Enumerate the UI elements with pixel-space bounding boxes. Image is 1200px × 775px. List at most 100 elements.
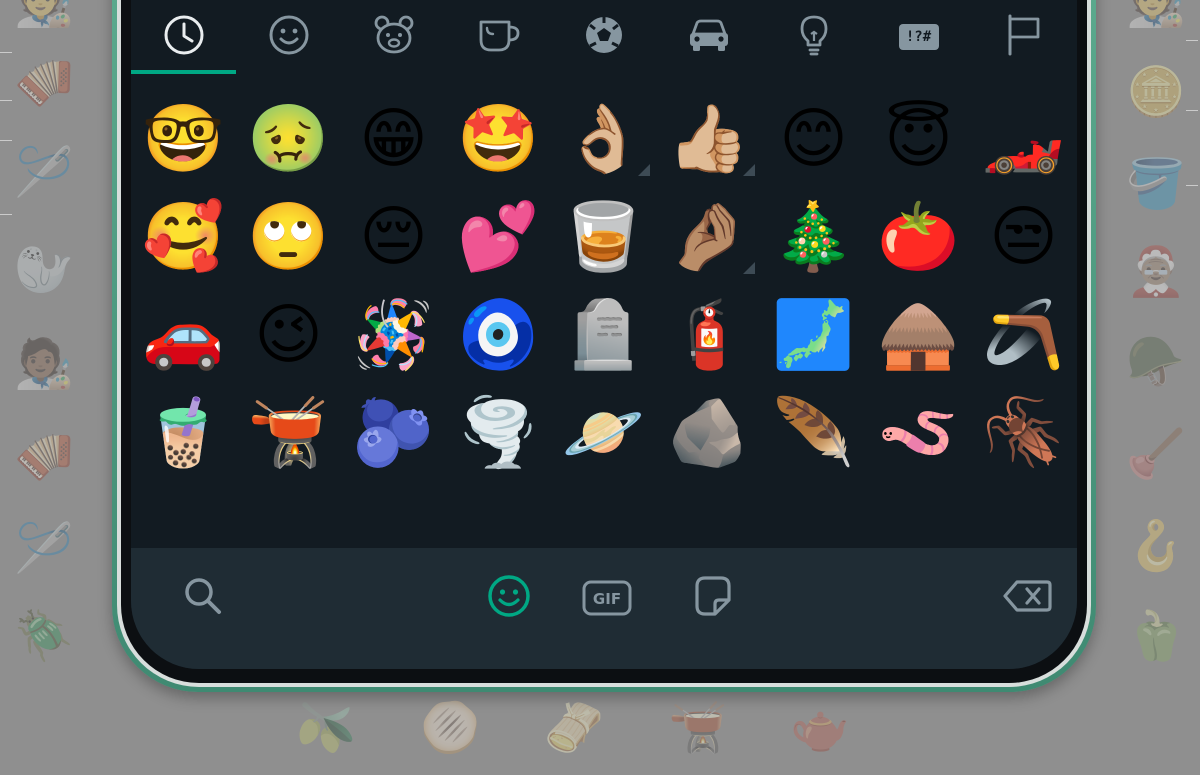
emoji-cell[interactable]: 🪶 — [761, 384, 866, 482]
emoji-glyph: 🪨 — [667, 394, 750, 471]
emoji-glyph: 🎄 — [772, 198, 855, 275]
background-emoji: 🫒 — [296, 700, 356, 756]
emoji-cell[interactable]: 🧯 — [656, 286, 761, 384]
lightbulb-icon — [791, 12, 837, 62]
emoji-cell[interactable]: 🌪️ — [446, 384, 551, 482]
emoji-glyph: 🪳 — [982, 394, 1065, 471]
emoji-glyph: 🙄 — [247, 198, 330, 275]
tab-activities[interactable] — [551, 0, 656, 74]
emoji-cell[interactable]: 🧿 — [446, 286, 551, 384]
background-emoji: 🫕 — [668, 700, 728, 756]
emoji-cell[interactable]: 🤩 — [446, 90, 551, 188]
background-emoji: 🪡 — [14, 520, 74, 576]
phone-bezel-inner: !?# 🤓 🤢 😁 🤩 👌🏼 👍🏼 😊 😇 🏎️ 🥰 🙄 😔 💕 🥃 🤌🏽 🎄 🍅 😒 🚗 😉 🪅 🧿 🪦 🧯 🗾 🛖 🪃 🧋 🫕 🫐 🌪️… — [121, 0, 1087, 683]
emoji-cell[interactable]: 🛖 — [866, 286, 971, 384]
emoji-cell[interactable]: 👌🏼 — [551, 90, 656, 188]
emoji-cell[interactable]: 🤌🏽 — [656, 188, 761, 286]
emoji-glyph: 💕 — [457, 198, 540, 275]
flag-icon — [1001, 12, 1047, 62]
emoji-cell[interactable]: 🤓 — [131, 90, 236, 188]
emoji-cell[interactable]: 🪅 — [341, 286, 446, 384]
emoji-cell[interactable]: 😉 — [236, 286, 341, 384]
emoji-cell[interactable]: 😔 — [341, 188, 446, 286]
emoji-glyph: 🧿 — [457, 296, 540, 373]
emoji-cell[interactable]: 🪳 — [971, 384, 1076, 482]
emoji-cell[interactable]: 🧋 — [131, 384, 236, 482]
search-button[interactable] — [175, 570, 231, 626]
emoji-cell[interactable]: 🪃 — [971, 286, 1076, 384]
backspace-button[interactable] — [999, 570, 1055, 626]
emoji-cell[interactable]: 🪦 — [551, 286, 656, 384]
smiley-icon — [266, 12, 312, 62]
emoji-cell[interactable]: 🫐 — [341, 384, 446, 482]
tab-smileys[interactable] — [236, 0, 341, 74]
background-emoji: 🫖 — [790, 700, 850, 756]
backspace-icon — [1001, 570, 1053, 626]
skin-tone-variant-indicator — [743, 262, 755, 274]
emoji-glyph: 🫐 — [352, 394, 435, 471]
tab-symbols[interactable]: !?# — [866, 0, 971, 74]
emoji-glyph: 👍🏼 — [667, 100, 750, 177]
gif-button[interactable]: GIF — [579, 570, 635, 626]
background-emoji: 🦭 — [14, 242, 74, 298]
emoji-cell[interactable]: 🥰 — [131, 188, 236, 286]
emoji-glyph: 🧋 — [142, 394, 225, 471]
sticker-icon — [687, 570, 739, 626]
emoji-glyph: 🤌🏽 — [667, 198, 750, 275]
emoji-cell[interactable]: 🍅 — [866, 188, 971, 286]
emoji-cell[interactable]: 👍🏼 — [656, 90, 761, 188]
keyboard-bottom-toolbar: GIF — [131, 548, 1077, 669]
background-emoji: 🧑‍🎨 — [1126, 0, 1186, 30]
background-emoji: 🪲 — [14, 608, 74, 664]
background-tick-mark — [1186, 40, 1198, 41]
smiley-icon — [483, 570, 535, 626]
emoji-cell[interactable]: 🎄 — [761, 188, 866, 286]
emoji-cell[interactable]: 💕 — [446, 188, 551, 286]
emoji-mode-button[interactable] — [481, 570, 537, 626]
emoji-cell[interactable]: 😒 — [971, 188, 1076, 286]
tab-objects[interactable] — [761, 0, 866, 74]
emoji-cell[interactable]: 🥃 — [551, 188, 656, 286]
tab-food[interactable] — [446, 0, 551, 74]
emoji-glyph: 😇 — [884, 100, 953, 177]
background-emoji: 🧑🏾‍🎨 — [14, 336, 74, 392]
emoji-glyph: 😊 — [779, 100, 848, 177]
gif-icon: GIF — [582, 580, 632, 616]
background-emoji: 🪡 — [14, 144, 74, 200]
emoji-glyph: 🪦 — [562, 296, 645, 373]
emoji-glyph: 😁 — [359, 100, 428, 177]
tab-animals[interactable] — [341, 0, 446, 74]
emoji-cell[interactable]: 😇 — [866, 90, 971, 188]
emoji-cell[interactable]: 🪱 — [866, 384, 971, 482]
emoji-cell[interactable]: 🫕 — [236, 384, 341, 482]
gif-label: GIF — [593, 590, 621, 608]
emoji-glyph: 🪱 — [877, 394, 960, 471]
emoji-glyph: 🫕 — [247, 394, 330, 471]
emoji-cell[interactable]: 🙄 — [236, 188, 341, 286]
emoji-cell[interactable]: 🗾 — [761, 286, 866, 384]
background-emoji: 🫓 — [420, 700, 480, 756]
emoji-glyph: 🪃 — [982, 296, 1065, 373]
tab-recent[interactable] — [131, 0, 236, 74]
emoji-cell[interactable]: 😊 — [761, 90, 866, 188]
background-emoji: 🪙 — [1126, 64, 1186, 120]
emoji-keyboard-panel: !?# 🤓 🤢 😁 🤩 👌🏼 👍🏼 😊 😇 🏎️ 🥰 🙄 😔 💕 🥃 🤌🏽 🎄 🍅 😒 🚗 😉 🪅 🧿 🪦 🧯 🗾 🛖 🪃 🧋 🫕 🫐 🌪️… — [131, 0, 1077, 669]
emoji-glyph: 🍅 — [877, 198, 960, 275]
emoji-cell[interactable]: 🚗 — [131, 286, 236, 384]
emoji-glyph: 🗾 — [772, 296, 855, 373]
emoji-glyph: 🥃 — [562, 198, 645, 275]
emoji-cell[interactable]: 🪐 — [551, 384, 656, 482]
sticker-button[interactable] — [685, 570, 741, 626]
emoji-cell[interactable]: 🏎️ — [971, 90, 1076, 188]
emoji-category-bar: !?# — [131, 0, 1077, 78]
tab-travel[interactable] — [656, 0, 761, 74]
bear-icon — [371, 12, 417, 62]
tab-flags[interactable] — [971, 0, 1076, 74]
emoji-cell[interactable]: 😁 — [341, 90, 446, 188]
skin-tone-variant-indicator — [743, 164, 755, 176]
emoji-glyph: 🪶 — [772, 394, 855, 471]
emoji-cell[interactable]: 🤢 — [236, 90, 341, 188]
emoji-glyph: 🤓 — [142, 100, 225, 177]
emoji-cell[interactable]: 🪨 — [656, 384, 761, 482]
background-tick-mark — [0, 214, 12, 215]
